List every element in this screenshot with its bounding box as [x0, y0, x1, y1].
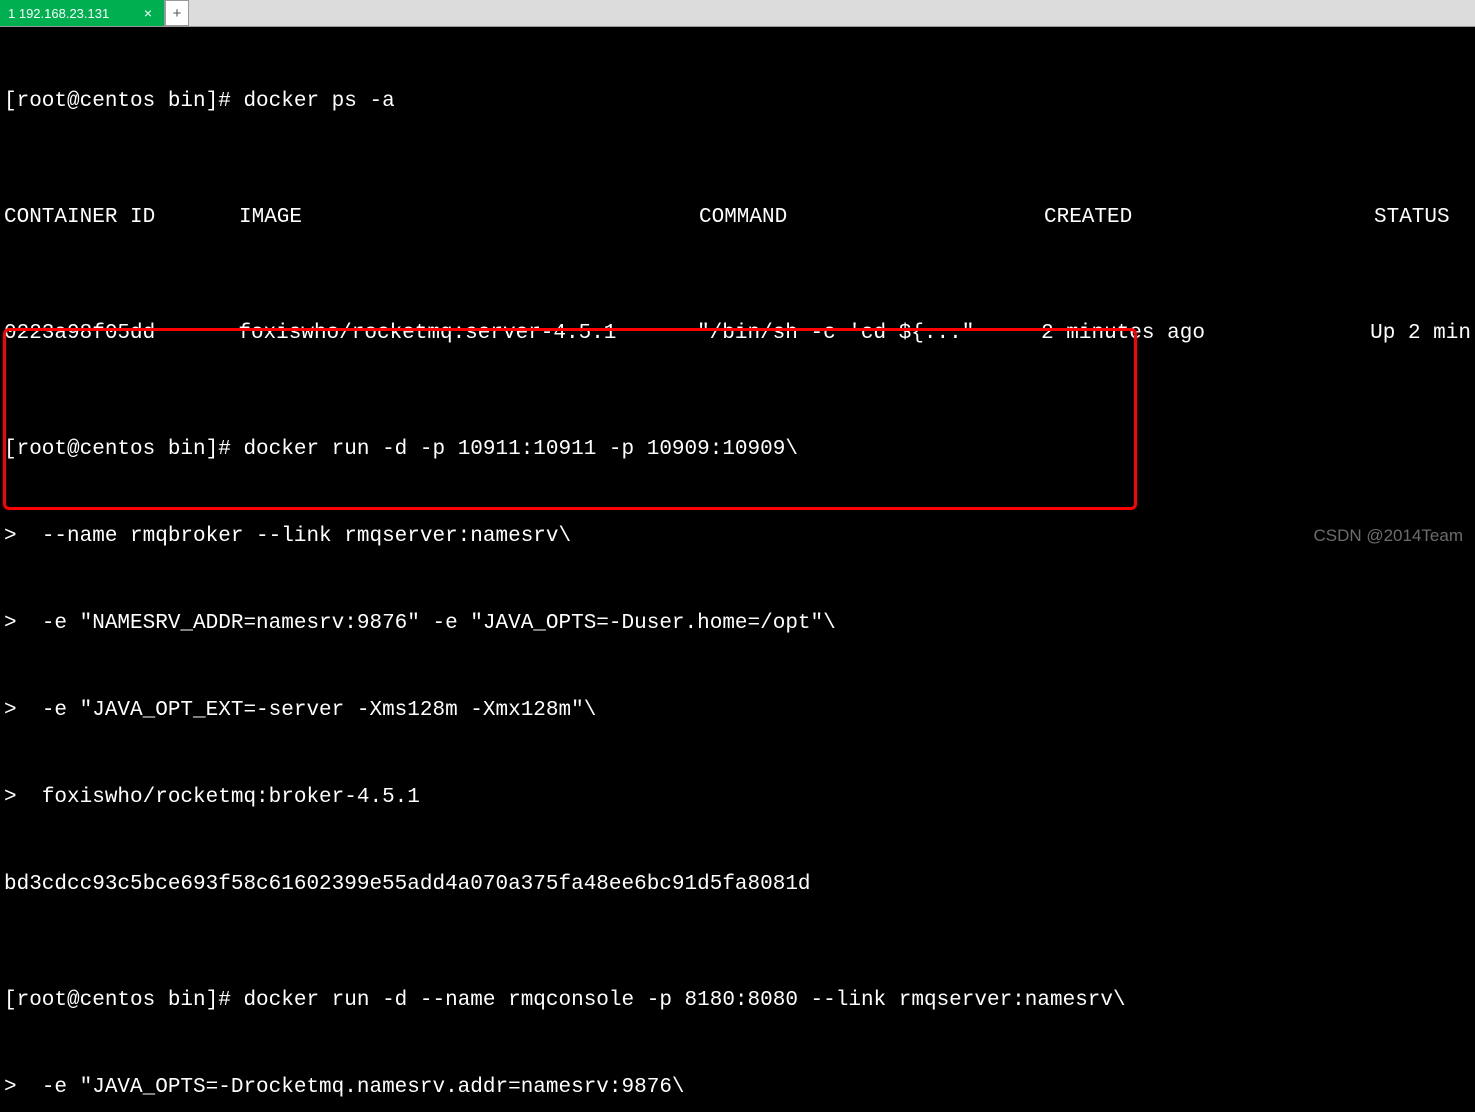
- command-text: -e "JAVA_OPTS=-Drocketmq.namesrv.addr=na…: [42, 1076, 685, 1099]
- continuation-prompt: >: [4, 699, 42, 722]
- col-header-id: CONTAINER ID: [4, 203, 239, 232]
- command-text: docker ps -a: [243, 90, 394, 113]
- table-header: CONTAINER IDIMAGECOMMANDCREATEDSTATUS: [4, 203, 1471, 232]
- tab-active[interactable]: 1 192.168.23.131 ×: [0, 0, 165, 26]
- continuation-prompt: >: [4, 786, 42, 809]
- highlight-annotation: [3, 328, 1137, 510]
- command-text: docker run -d -p 10911:10911 -p 10909:10…: [243, 438, 798, 461]
- output-text: bd3cdcc93c5bce693f58c61602399e55add4a070…: [4, 870, 1471, 899]
- table-row: 0223a98f05ddfoxiswho/rocketmq:server-4.5…: [4, 319, 1471, 348]
- col-header-created: CREATED: [1044, 203, 1374, 232]
- continuation-prompt: >: [4, 612, 42, 635]
- continuation-prompt: >: [4, 1076, 42, 1099]
- cell-command: "/bin/sh -c 'cd ${...": [697, 319, 1041, 348]
- command-text: -e "JAVA_OPT_EXT=-server -Xms128m -Xmx12…: [42, 699, 597, 722]
- col-header-command: COMMAND: [699, 203, 1044, 232]
- col-header-status: STATUS: [1374, 203, 1471, 232]
- col-header-image: IMAGE: [239, 203, 699, 232]
- command-text: -e "NAMESRV_ADDR=namesrv:9876" -e "JAVA_…: [42, 612, 836, 635]
- cell-status: Up 2 min: [1370, 319, 1471, 348]
- watermark: CSDN @2014Team: [1313, 521, 1463, 550]
- command-text: --name rmqbroker --link rmqserver:namesr…: [42, 525, 571, 548]
- tab-bar: 1 192.168.23.131 × +: [0, 0, 1475, 27]
- cell-created: 2 minutes ago: [1041, 319, 1370, 348]
- continuation-prompt: >: [4, 525, 42, 548]
- add-tab-button[interactable]: +: [165, 0, 189, 26]
- command-text: foxiswho/rocketmq:broker-4.5.1: [42, 786, 420, 809]
- command-text: docker run -d --name rmqconsole -p 8180:…: [243, 989, 1125, 1012]
- plus-icon: +: [173, 0, 182, 28]
- cell-image: foxiswho/rocketmq:server-4.5.1: [238, 319, 697, 348]
- tab-title: 1 192.168.23.131: [8, 0, 109, 28]
- prompt: [root@centos bin]#: [4, 90, 243, 113]
- cell-id: 0223a98f05dd: [4, 319, 238, 348]
- close-icon[interactable]: ×: [142, 0, 154, 28]
- prompt: [root@centos bin]#: [4, 438, 243, 461]
- terminal[interactable]: [root@centos bin]# docker ps -a CONTAINE…: [0, 27, 1475, 1112]
- prompt: [root@centos bin]#: [4, 989, 243, 1012]
